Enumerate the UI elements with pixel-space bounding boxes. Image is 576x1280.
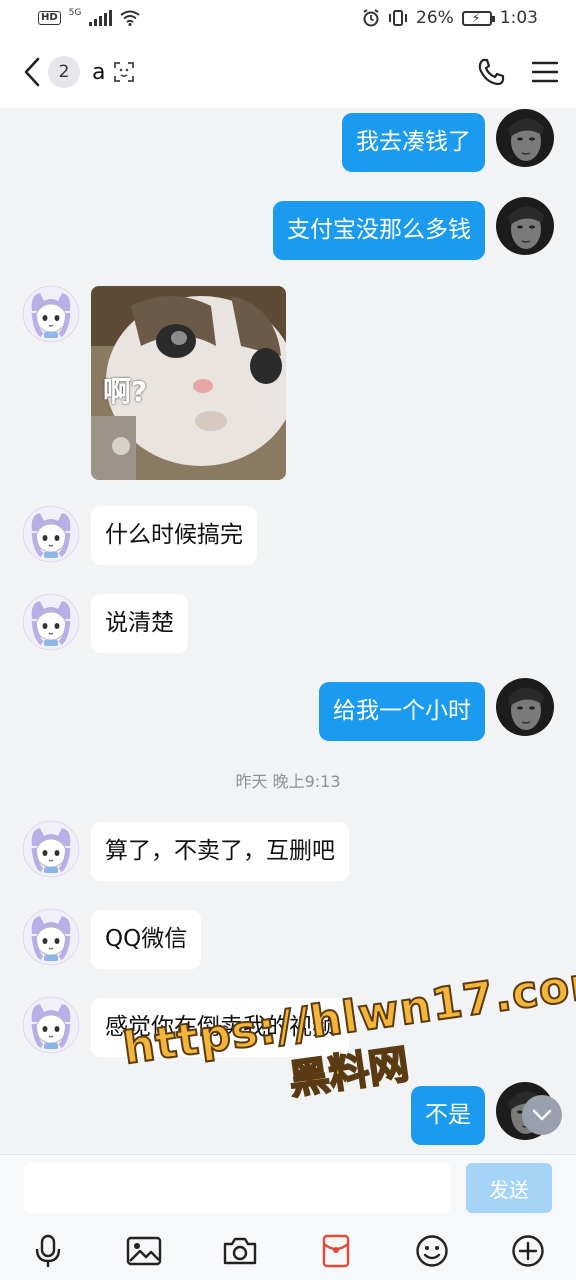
scroll-to-bottom-button[interactable] — [522, 1095, 562, 1135]
battery-percent: 26% — [416, 8, 454, 28]
contact-name[interactable]: a — [92, 60, 105, 85]
sticker-image[interactable]: 啊? — [91, 286, 286, 480]
red-envelope-icon — [322, 1234, 350, 1268]
scan-face-icon[interactable] — [113, 61, 135, 83]
network-type: 5G — [68, 7, 82, 18]
gallery-button[interactable] — [124, 1233, 164, 1269]
phone-icon[interactable] — [476, 57, 506, 87]
more-button[interactable] — [508, 1233, 548, 1269]
message-bubble-outgoing[interactable]: 不是 — [411, 1086, 485, 1145]
send-button[interactable]: 发送 — [466, 1163, 552, 1213]
camera-button[interactable] — [220, 1233, 260, 1269]
composer-toolbar — [0, 1233, 576, 1269]
unread-count-badge[interactable]: 2 — [48, 56, 80, 88]
avatar-contact[interactable] — [22, 593, 80, 651]
signal-icon — [89, 10, 113, 26]
battery-icon: ⚡ — [461, 10, 495, 26]
message-bubble-incoming[interactable]: QQ微信 — [91, 910, 202, 969]
avatar-contact[interactable] — [22, 285, 80, 343]
composer: 发送 — [0, 1154, 576, 1280]
camera-icon — [223, 1237, 257, 1265]
clock: 1:03 — [499, 8, 538, 28]
message-timestamp: 昨天 晚上9:13 — [235, 772, 341, 791]
message-list[interactable]: 我去凑钱了 支付宝没那么多钱 啊? 什么时候搞完 说清楚 给我一个小时 昨天 晚… — [0, 108, 576, 1154]
avatar-contact[interactable] — [22, 996, 80, 1054]
avatar-self[interactable] — [496, 197, 554, 255]
sticker-caption: 啊? — [103, 375, 148, 408]
image-icon — [126, 1236, 162, 1266]
alarm-icon — [363, 9, 379, 27]
avatar-contact[interactable] — [22, 908, 80, 966]
back-arrow-icon — [24, 57, 40, 87]
back-button[interactable] — [18, 52, 46, 92]
plus-icon — [512, 1235, 544, 1267]
message-bubble-outgoing[interactable]: 支付宝没那么多钱 — [273, 201, 485, 260]
vibrate-icon — [389, 10, 408, 26]
emoji-icon — [416, 1235, 448, 1267]
avatar-self[interactable] — [496, 678, 554, 736]
microphone-icon — [35, 1234, 61, 1267]
message-bubble-incoming[interactable]: 什么时候搞完 — [91, 506, 257, 565]
message-input[interactable] — [24, 1163, 450, 1213]
message-bubble-incoming[interactable]: 算了，不卖了，互删吧 — [91, 822, 349, 881]
message-bubble-incoming[interactable]: 感觉你在倒卖我的视频 — [91, 998, 349, 1057]
avatar-self[interactable] — [496, 109, 554, 167]
status-bar: HD 5G 26% ⚡ 1:03 — [0, 0, 576, 36]
message-bubble-outgoing[interactable]: 给我一个小时 — [319, 682, 485, 741]
wifi-icon — [120, 10, 140, 26]
menu-icon[interactable] — [532, 60, 558, 84]
avatar-contact[interactable] — [22, 505, 80, 563]
chat-header: 2 a — [0, 36, 576, 108]
emoji-button[interactable] — [412, 1233, 452, 1269]
voice-button[interactable] — [28, 1233, 68, 1269]
message-bubble-outgoing[interactable]: 我去凑钱了 — [342, 113, 485, 172]
message-bubble-incoming[interactable]: 说清楚 — [91, 594, 188, 653]
avatar-contact[interactable] — [22, 820, 80, 878]
chevron-down-icon — [532, 1109, 552, 1121]
red-packet-button[interactable] — [316, 1233, 356, 1269]
hd-indicator: HD — [38, 11, 61, 25]
